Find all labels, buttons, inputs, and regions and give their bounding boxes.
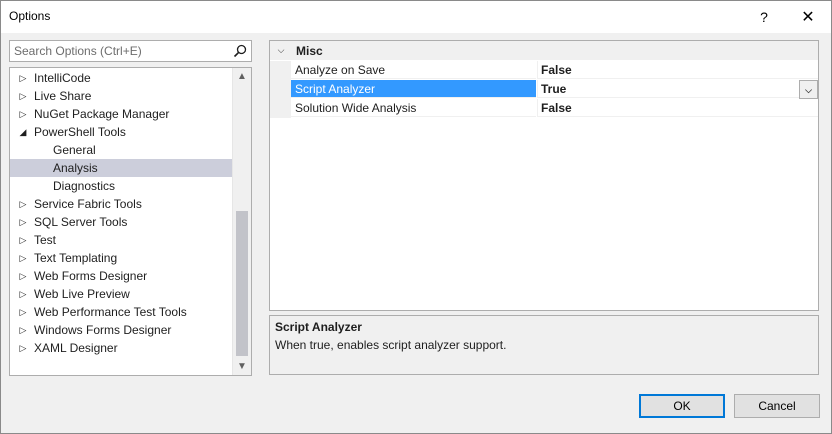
expand-arrow-icon[interactable]: ▷ [16, 105, 30, 123]
tree-item[interactable]: ▷ Web Forms Designer [10, 267, 232, 285]
tree-item-label: NuGet Package Manager [34, 107, 170, 121]
category-misc[interactable]: ⌵ Misc [270, 41, 818, 60]
property-name[interactable]: Script Analyzer [291, 80, 536, 98]
tree-item-label: SQL Server Tools [34, 215, 128, 229]
tree-item[interactable]: ▷ XAML Designer [10, 339, 232, 357]
options-dialog: Options ? ✕ Search Options (Ctrl+E) ▷ Int… [0, 0, 832, 434]
dropdown-chevron-icon[interactable]: ⌵ [799, 80, 818, 99]
tree-item-label: Live Share [34, 89, 92, 103]
window-title: Options [9, 9, 51, 23]
tree-item[interactable]: ▷ IntelliCode [10, 69, 232, 87]
property-margin [270, 80, 291, 99]
scroll-thumb[interactable] [236, 211, 248, 356]
tree-item[interactable]: ▷ Text Templating [10, 249, 232, 267]
tree-item-label: Web Live Preview [34, 287, 130, 301]
expand-arrow-icon[interactable]: ▷ [16, 69, 30, 87]
tree-item[interactable]: ▷ Service Fabric Tools [10, 195, 232, 213]
cancel-button[interactable]: Cancel [734, 394, 820, 418]
tree-item-label: Service Fabric Tools [34, 197, 142, 211]
expand-arrow-icon[interactable]: ▷ [16, 195, 30, 213]
tree-item-label: IntelliCode [34, 71, 91, 85]
property-value[interactable]: True ⌵ [537, 80, 818, 99]
collapse-arrow-icon[interactable]: ◢ [16, 123, 30, 141]
description-title: Script Analyzer [275, 320, 362, 334]
tree-item[interactable]: Diagnostics [10, 177, 232, 195]
expand-arrow-icon[interactable]: ▷ [16, 285, 30, 303]
property-grid: ⌵ Misc Analyze on Save False Script Analyz… [269, 40, 819, 311]
title-bar: Options ? ✕ [1, 1, 831, 33]
tree-item-label: PowerShell Tools [34, 125, 126, 139]
property-row[interactable]: Analyze on Save False [270, 61, 818, 80]
description-panel: Script Analyzer When true, enables scrip… [269, 315, 819, 375]
tree-item[interactable]: ▷ Web Performance Test Tools [10, 303, 232, 321]
property-margin [270, 61, 291, 80]
tree-item[interactable]: General [10, 141, 232, 159]
expand-arrow-icon[interactable]: ▷ [16, 249, 30, 267]
options-tree[interactable]: ▷ IntelliCode ▷ Live Share ▷ NuGet Package Ma… [9, 67, 252, 376]
tree-item[interactable]: ▷ Live Share [10, 87, 232, 105]
property-row[interactable]: Script Analyzer True ⌵ [270, 80, 818, 99]
search-input[interactable]: Search Options (Ctrl+E) [9, 40, 252, 62]
tree-item-label: Analysis [53, 161, 98, 175]
search-placeholder: Search Options (Ctrl+E) [14, 44, 142, 58]
tree-item[interactable]: ▷ Web Live Preview [10, 285, 232, 303]
tree-item-label: Test [34, 233, 57, 247]
expand-arrow-icon[interactable]: ▷ [16, 231, 30, 249]
tree-item-label: Web Forms Designer [34, 269, 148, 283]
tree-item[interactable]: ▷ Windows Forms Designer [10, 321, 232, 339]
scroll-up-icon[interactable]: ▲ [233, 68, 251, 85]
expand-arrow-icon[interactable]: ▷ [16, 87, 30, 105]
property-value-text: False [541, 63, 572, 77]
property-margin [270, 99, 291, 118]
tree-scrollbar[interactable]: ▲ ▼ [232, 68, 251, 375]
expand-arrow-icon[interactable]: ▷ [16, 213, 30, 231]
tree-item[interactable]: Analysis [10, 159, 232, 177]
property-value-text: True [541, 82, 567, 96]
property-value[interactable]: False [537, 61, 818, 79]
ok-button[interactable]: OK [639, 394, 725, 418]
description-text: When true, enables script analyzer suppo… [275, 338, 507, 352]
property-name[interactable]: Solution Wide Analysis [291, 99, 536, 117]
tree-item-label: Web Performance Test Tools [34, 305, 187, 319]
expand-arrow-icon[interactable]: ▷ [16, 267, 30, 285]
expand-arrow-icon[interactable]: ▷ [16, 303, 30, 321]
property-value-text: False [541, 101, 572, 115]
collapse-arrow-icon[interactable]: ⌵ [274, 45, 288, 56]
help-button[interactable]: ? [742, 1, 786, 33]
tree-item-label: XAML Designer [34, 341, 118, 355]
property-name[interactable]: Analyze on Save [291, 61, 536, 79]
tree-item-label: Text Templating [34, 251, 118, 265]
tree-item-label: Diagnostics [53, 179, 116, 193]
tree-item[interactable]: ◢ PowerShell Tools [10, 123, 232, 141]
tree-item[interactable]: ▷ SQL Server Tools [10, 213, 232, 231]
category-label: Misc [296, 43, 323, 58]
tree-item[interactable]: ▷ Test [10, 231, 232, 249]
tree-item-label: Windows Forms Designer [34, 323, 172, 337]
tree-item-label: General [53, 143, 96, 157]
expand-arrow-icon[interactable]: ▷ [16, 339, 30, 357]
search-icon[interactable] [233, 44, 247, 58]
property-row[interactable]: Solution Wide Analysis False [270, 99, 818, 118]
expand-arrow-icon[interactable]: ▷ [16, 321, 30, 339]
close-button[interactable]: ✕ [786, 1, 830, 33]
tree-item[interactable]: ▷ NuGet Package Manager [10, 105, 232, 123]
property-value[interactable]: False [537, 99, 818, 117]
scroll-down-icon[interactable]: ▼ [233, 358, 251, 375]
